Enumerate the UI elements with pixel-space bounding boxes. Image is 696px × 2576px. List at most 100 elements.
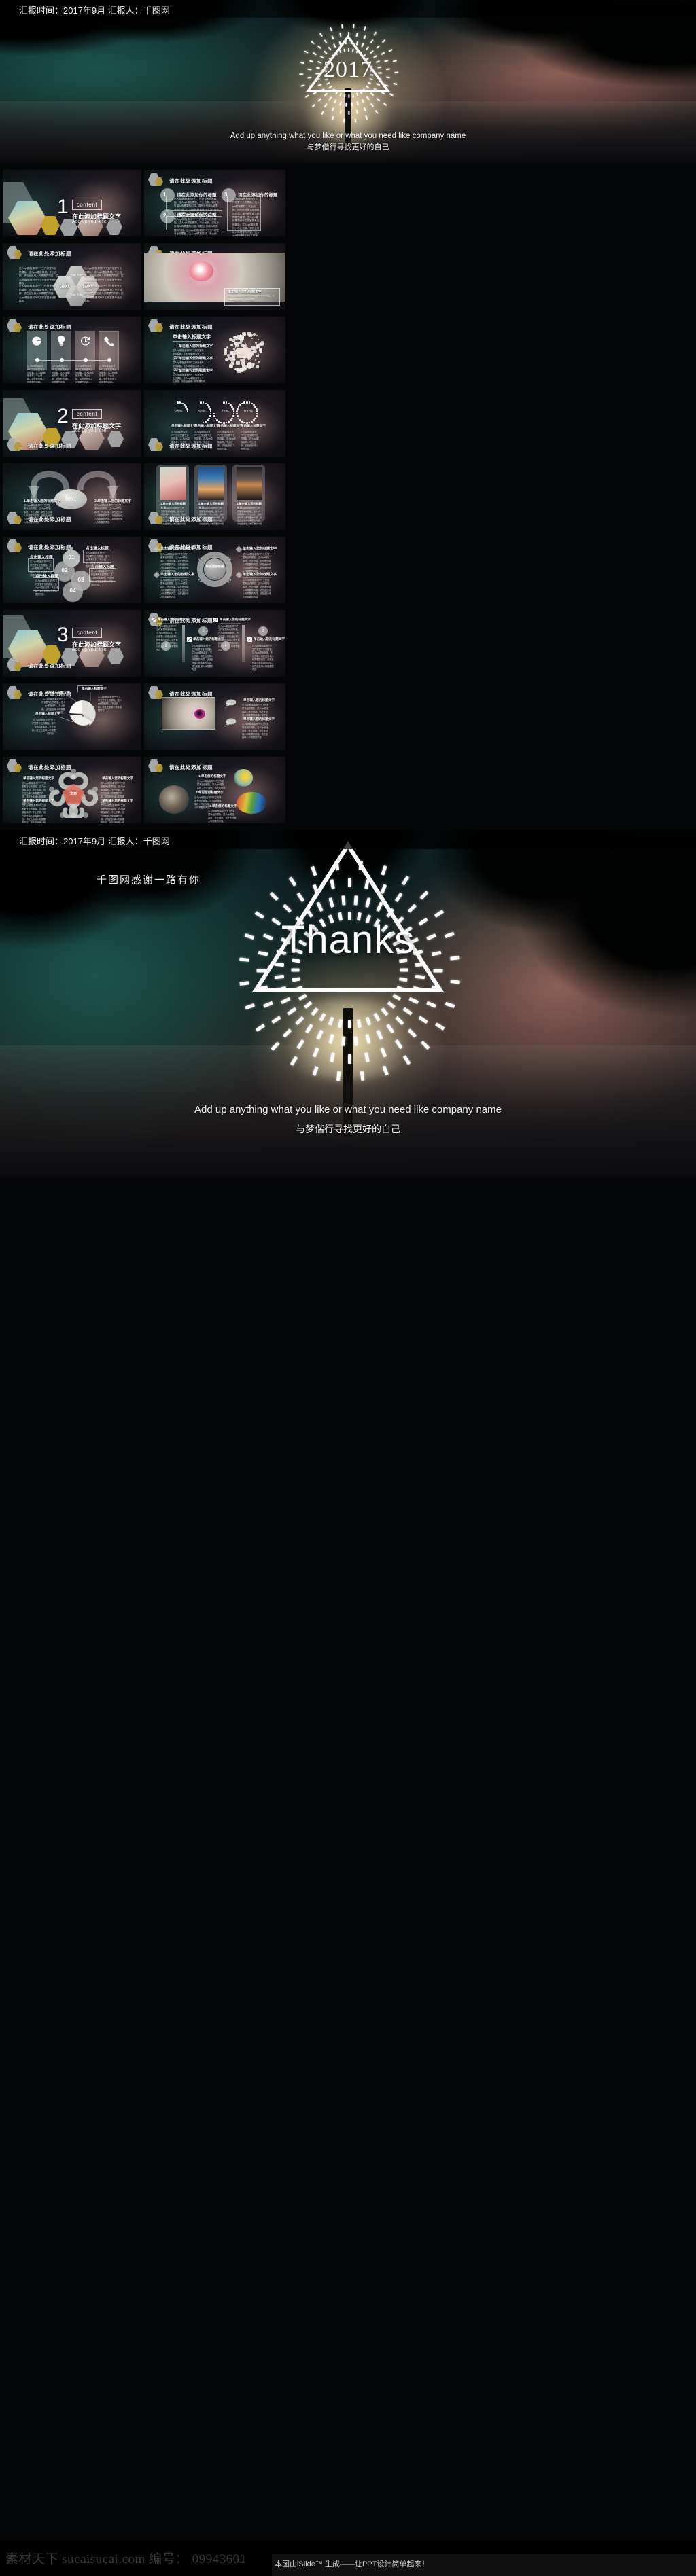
progress-dot xyxy=(256,415,258,417)
thanks-headline: Thanks xyxy=(281,917,415,963)
collage-icon-shape xyxy=(256,365,259,368)
slide-timeline[interactable]: 请在此处添加标题 1 单击输入您的标题文字 达人ppt模板素材PPT工作室更专业… xyxy=(144,610,285,677)
progress-dot xyxy=(249,422,251,424)
slash-square-icon xyxy=(247,637,252,642)
pie-leader-lines xyxy=(3,683,141,750)
progress-label: 75% xyxy=(218,410,232,414)
progress-dot xyxy=(179,401,181,404)
collage-icon-shape xyxy=(240,359,241,361)
slide-gallery-three[interactable]: 1.单击输入您的标题文字 达人ppt模板素材PPT工作室更专业的模板。达人ppt… xyxy=(144,463,285,530)
progress-dot xyxy=(231,418,233,420)
collage-monitor-icon xyxy=(237,348,251,358)
slide-header: 请在此处添加标题 xyxy=(7,438,71,453)
slide-flower-diagram[interactable]: 请在此处添加标题 文本 单击输入您的标题文字 达人ppt模板素材PPT工作室更专… xyxy=(3,757,141,823)
watermark-source: 素材天下 sucaisucai.com 编号： 09943601 xyxy=(5,2549,247,2567)
caption-title: 单击输入您的标题文字 xyxy=(228,289,262,294)
flower-title: 单击输入您的标题文字 xyxy=(102,776,133,781)
progress-dot xyxy=(207,419,209,421)
islide-note: 本图由iSlide™ 生成——让PPT设计简单起来！ xyxy=(275,2558,429,2569)
hexagon-bullet-icon xyxy=(148,512,166,526)
progress-dot xyxy=(177,401,179,404)
slash-square-icon xyxy=(213,618,218,622)
slide-thanks-hero[interactable]: 汇报时间：2017年9月 汇报人：千图网 千图网感谢一路有你 Thanks Ad… xyxy=(0,830,696,1178)
slide-three-columns[interactable]: 请在此处添加标题 1. 请在此添加你的标题 达人ppt模板素材PPT工作室更专业… xyxy=(144,170,285,236)
progress-dot xyxy=(185,406,187,408)
slide-pie-chart[interactable]: 请在此处添加标题 单击输入标题文字 达人ppt模板素材PPT工作室更专业的模板。… xyxy=(3,683,141,750)
progress-dot xyxy=(254,418,256,420)
progress-dot xyxy=(210,410,212,412)
progress-label: 50% xyxy=(194,410,209,414)
slide-section-2[interactable]: 2 content 在此添加标题文字 Add up your title 请在此… xyxy=(3,390,141,457)
slide-progress-circles[interactable]: 25% 50% 75% 100% 单击输入标题文字 达人ppt模板素材PPT工作室更专… xyxy=(144,390,285,457)
progress-dot xyxy=(241,421,243,423)
collage-icon-shape xyxy=(256,335,258,336)
progress-label: 25% xyxy=(171,410,186,414)
progress-dot xyxy=(232,415,234,417)
cycle-body: 达人ppt模板素材PPT工作室更专业的模板。达人ppt模板素材，不止创新。请在此… xyxy=(243,553,271,573)
slide-section-1[interactable]: 1 content 在此添加标题文字 Add up your title xyxy=(3,170,141,236)
progress-dot xyxy=(203,422,205,424)
cycle-center-label: 单击添加标题 xyxy=(204,565,226,569)
slide-header: 请在此处添加标题 xyxy=(148,173,213,188)
hexagon-bullet-icon xyxy=(7,319,24,334)
hero-report-meta: 汇报时间：2017年9月 汇报人：千图网 xyxy=(19,834,170,847)
slide-photo-caption[interactable]: 请在此处添加标题 单击输入您的标题文字 达人ppt模板素材PPT工作室更专业的模… xyxy=(144,243,285,310)
hex-grey-tail xyxy=(107,648,124,664)
gear-body: 达人ppt模板素材PPT工作室更专业的模板。达人ppt模板素材，不止创新。请在此… xyxy=(35,579,58,596)
progress-dot xyxy=(239,419,241,421)
progress-dot xyxy=(238,406,240,408)
slide-hex-text[interactable]: 请在此处添加标题 Your Title text text Your Title… xyxy=(3,243,141,310)
collage-icon-shape xyxy=(253,349,257,353)
progress-dot xyxy=(213,415,215,417)
collage-icon-shape xyxy=(242,332,246,336)
slide-icon-cards[interactable]: 请在此处添加标题 达人ppt模板素材PPT工作室更专业的模板。达人ppt模板素材… xyxy=(3,317,141,383)
collage-icon-shape xyxy=(260,350,262,353)
collage-icon-shape xyxy=(236,361,240,365)
list-body: 达人ppt模板素材PPT工作室更专业的模板。达人ppt模板素材，不止创新。请在此… xyxy=(173,374,205,383)
hex-grey-tail xyxy=(106,219,122,235)
collage-icon-shape xyxy=(254,363,255,365)
slide-gears[interactable]: 请在此处添加标题 01 点击输入标题 达人ppt模板素材PPT工作室更专业的模板… xyxy=(3,537,141,603)
timeline-title: 单击输入您的标题文字 xyxy=(254,637,285,641)
slide-oval-photos[interactable]: 请在此处添加标题 1.单击您的标题文字 达人ppt模板素材PPT工作室更专业的模… xyxy=(144,757,285,823)
slide-speech-bubbles[interactable]: 请在此处添加标题 单击输入您的标题文字 达人ppt模板素材PPT工作室更专业的模… xyxy=(144,683,285,750)
cycle-title: 单击输入您的标题文字 xyxy=(160,546,194,551)
prog-title: 单击输入标题文字 xyxy=(218,424,243,428)
footer-watermark-bar: 素材天下 sucaisucai.com 编号： 09943601 本图由iSli… xyxy=(0,2541,696,2576)
oval-title: 2.单击您的标题文字 xyxy=(196,791,224,795)
speech-bubble-icon xyxy=(223,717,237,728)
flower-title: 单击输入您的标题文字 xyxy=(102,799,133,803)
collage-icon-shape xyxy=(255,342,257,344)
progress-dot xyxy=(233,413,235,415)
hexagon-bullet-icon xyxy=(7,438,24,453)
hero-subtitle-cn: 与梦偕行寻找更好的自己 xyxy=(307,141,389,152)
slide-arrows[interactable]: text 1.单击输入您的标题文字 达人ppt模板素材PPT工作室更专业的模板。… xyxy=(3,463,141,530)
progress-dot xyxy=(226,401,228,404)
progress-dot xyxy=(256,410,258,412)
progress-dot xyxy=(237,408,239,410)
collage-icon-shape xyxy=(226,346,229,349)
timeline-bar xyxy=(182,625,185,662)
hex-label-bottom: Your Title xyxy=(67,293,86,296)
bubble-body: 达人ppt模板素材PPT工作室更专业的模板。达人ppt模板素材，不止创新。请在此… xyxy=(242,723,269,740)
hex-grey-tail xyxy=(107,431,124,447)
slide-title-hero[interactable]: 2017 汇报时间：2017年9月 汇报人：千图网 Add up anythin… xyxy=(0,0,696,163)
slide-header: 请在此处添加标题 xyxy=(7,246,71,261)
bubble-title: 单击输入您的标题文字 xyxy=(243,698,275,702)
hero-year: 2017 xyxy=(324,57,372,83)
oval-title: 3.单击您的标题文字 xyxy=(209,804,237,808)
prog-body: 达人ppt模板素材PPT工作室更专业的模板。达人ppt模板素材，不止创新。请在此… xyxy=(218,431,237,451)
hexagon-bullet-icon xyxy=(148,759,166,774)
timeline-dot xyxy=(84,358,88,362)
progress-dot xyxy=(256,408,258,410)
slide-section-3[interactable]: 3 content 在此添加标题文字 Add up your title 请在此… xyxy=(3,610,141,677)
slide-icon-circle[interactable]: 请在此处添加标题 单击输入标题文字 1. 单击输入您的标题文字 达人ppt模板素… xyxy=(144,317,285,383)
slash-square-icon xyxy=(187,637,192,642)
slide-cycle-diagram[interactable]: 请在此处添加标题 单击添加标题 文本 文本 文本 文本 1 单击输入您的标题文字… xyxy=(144,537,285,603)
collage-icon-shape xyxy=(240,334,242,336)
progress-label: 100% xyxy=(241,410,256,414)
photo-purple-flower xyxy=(194,709,205,719)
list-title: 单击输入您的标题文字 xyxy=(179,344,213,348)
timeline-num: 3 xyxy=(258,629,268,633)
photo-oval-bicycle xyxy=(159,785,189,814)
